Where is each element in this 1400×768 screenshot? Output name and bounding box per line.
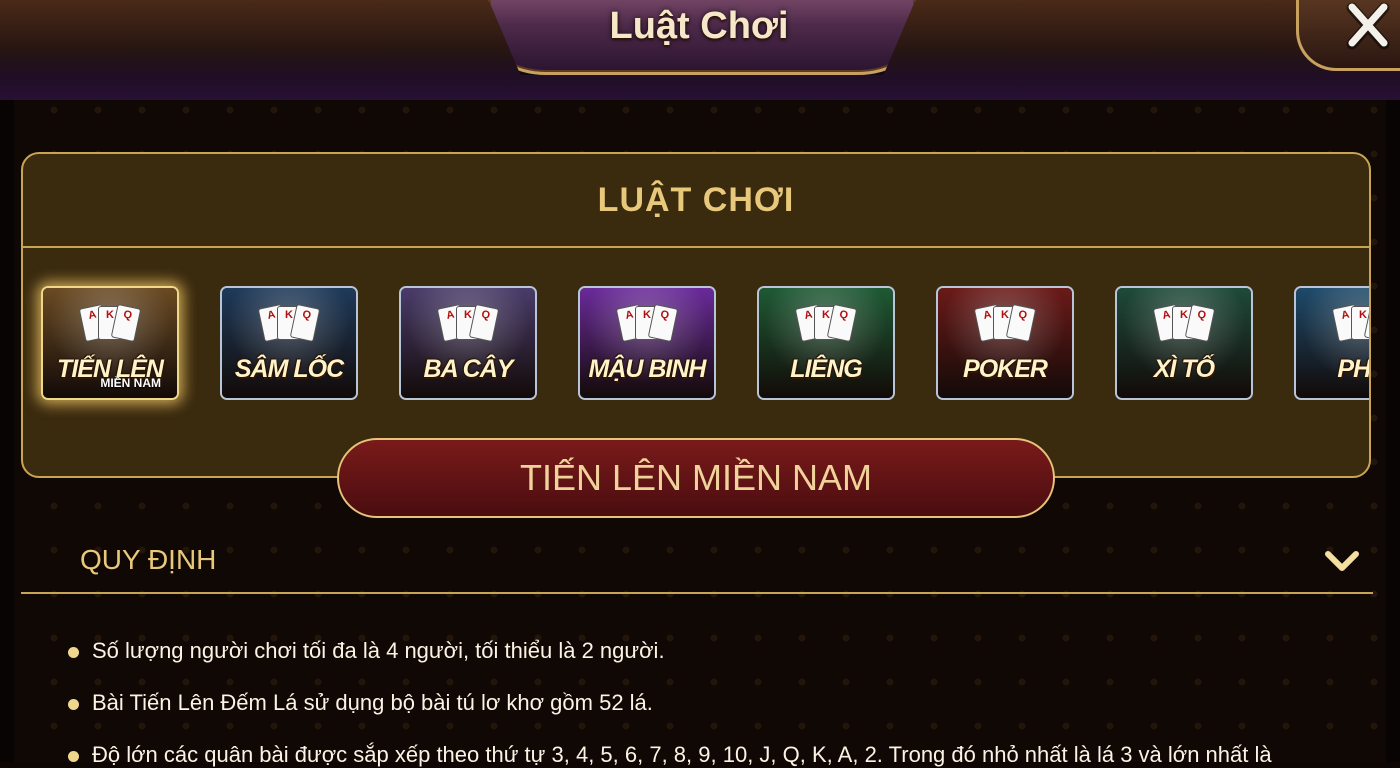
playing-cards-icon: AKQ bbox=[615, 303, 679, 343]
playing-cards-icon: AKQ bbox=[257, 303, 321, 343]
bullet-icon bbox=[68, 647, 79, 658]
game-tile-label: POKER bbox=[963, 355, 1048, 383]
section-divider bbox=[21, 592, 1373, 594]
game-tile[interactable]: A K Q SÂM LỐC bbox=[220, 286, 358, 400]
game-tile[interactable]: A K Q MẬU BINH bbox=[578, 286, 716, 400]
game-tile-label: MẬU BINH bbox=[588, 355, 707, 383]
left-edge bbox=[0, 100, 14, 762]
playing-cards-icon: AKQ bbox=[78, 303, 142, 343]
chevron-down-glyph bbox=[1325, 551, 1359, 571]
game-tile-label: PHỎ bbox=[1337, 355, 1369, 383]
close-icon[interactable] bbox=[1340, 2, 1396, 52]
chevron-down-icon[interactable] bbox=[1322, 544, 1362, 578]
game-tile[interactable]: A K Q TIẾN LÊN MIỀN NAM bbox=[41, 286, 179, 400]
section-title[interactable]: QUY ĐỊNH bbox=[80, 540, 216, 580]
right-edge bbox=[1386, 100, 1400, 762]
panel-header: LUẬT CHƠI bbox=[597, 180, 795, 219]
game-tile-label: LIÊNG bbox=[790, 355, 862, 383]
game-carousel[interactable]: A K Q TIẾN LÊN MIỀN NAM A K Q SÂM LỐC A K Q BA CÂY A K… bbox=[23, 268, 1369, 428]
game-tile-label: XÌ TỐ bbox=[1153, 355, 1215, 383]
game-tile[interactable]: A K Q XÌ TỐ bbox=[1115, 286, 1253, 400]
game-tile-label: BA CÂY bbox=[423, 355, 514, 383]
window-title: Luật Chơi bbox=[609, 4, 789, 47]
game-tile[interactable]: A K Q BA CÂY bbox=[399, 286, 537, 400]
game-tile-sublabel: MIỀN NAM bbox=[100, 376, 161, 390]
rule-item: Độ lớn các quân bài được sắp xếp theo th… bbox=[92, 742, 1272, 767]
game-tile[interactable]: A K Q POKER bbox=[936, 286, 1074, 400]
close-icon-glyph bbox=[1346, 2, 1390, 50]
game-tile-label: SÂM LỐC bbox=[234, 355, 344, 383]
game-tile[interactable]: A K Q LIÊNG bbox=[757, 286, 895, 400]
game-tile[interactable]: AKQ PHỎ bbox=[1294, 286, 1369, 400]
bullet-icon bbox=[68, 699, 79, 710]
bullet-icon bbox=[68, 751, 79, 762]
playing-cards-icon: AKQ bbox=[794, 303, 858, 343]
rule-item: Số lượng người chơi tối đa là 4 người, t… bbox=[92, 638, 665, 663]
playing-cards-icon: AKQ bbox=[1152, 303, 1216, 343]
playing-cards-icon: AKQ bbox=[1331, 303, 1369, 343]
panel-divider bbox=[23, 246, 1369, 248]
playing-cards-icon: AKQ bbox=[973, 303, 1037, 343]
selected-game-title: TIẾN LÊN MIỀN NAM bbox=[337, 438, 1055, 518]
playing-cards-icon: AKQ bbox=[436, 303, 500, 343]
rule-item: Bài Tiến Lên Đếm Lá sử dụng bộ bài tú lơ… bbox=[92, 690, 653, 715]
